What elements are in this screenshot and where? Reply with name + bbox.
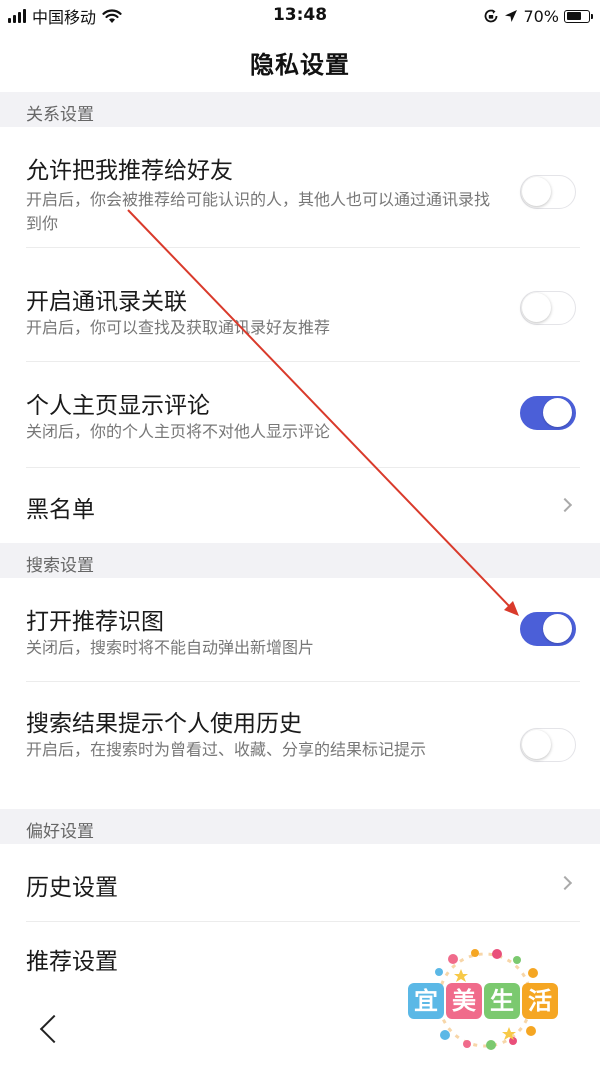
toggle-knob bbox=[522, 730, 551, 759]
row-title: 允许把我推荐给好友 bbox=[26, 158, 233, 184]
row-title: 搜索结果提示个人使用历史 bbox=[26, 711, 302, 737]
row-description: 开启后，你会被推荐给可能认识的人，其他人也可以通过通讯录找到你 bbox=[26, 190, 491, 233]
nav-bar: 隐私设置 bbox=[0, 32, 600, 92]
toggle-knob bbox=[522, 293, 551, 322]
row-title: 开启通讯录关联 bbox=[26, 289, 187, 315]
watermark-logo: 宜 美 生 活 bbox=[405, 945, 565, 1055]
row-title: 黑名单 bbox=[26, 497, 95, 523]
chevron-right-icon bbox=[557, 497, 573, 513]
row-description: 关闭后，搜索时将不能自动弹出新增图片 bbox=[26, 638, 315, 657]
setting-row-recommend-image: 打开推荐识图 关闭后，搜索时将不能自动弹出新增图片 bbox=[0, 578, 600, 682]
row-description: 开启后，你可以查找及获取通讯录好友推荐 bbox=[26, 318, 331, 337]
battery-percent: 70% bbox=[523, 6, 559, 26]
row-description: 关闭后，你的个人主页将不对他人显示评论 bbox=[26, 422, 331, 441]
setting-row-search-history: 搜索结果提示个人使用历史 开启后，在搜索时为曾看过、收藏、分享的结果标记提示 bbox=[0, 682, 600, 809]
back-arrow-icon[interactable] bbox=[39, 1014, 69, 1044]
setting-row-recommend-friend: 允许把我推荐给好友 开启后，你会被推荐给可能认识的人，其他人也可以通过通讯录找到… bbox=[0, 127, 600, 248]
setting-row-profile-comments: 个人主页显示评论 关闭后，你的个人主页将不对他人显示评论 bbox=[0, 362, 600, 468]
battery-icon bbox=[564, 9, 593, 23]
row-description: 开启后，在搜索时为曾看过、收藏、分享的结果标记提示 bbox=[26, 740, 427, 759]
section-label: 搜索设置 bbox=[26, 556, 94, 576]
section-header-search: 搜索设置 bbox=[0, 543, 600, 578]
setting-row-history-settings[interactable]: 历史设置 bbox=[0, 844, 600, 922]
toggle-knob bbox=[543, 614, 572, 643]
setting-row-contacts-link: 开启通讯录关联 开启后，你可以查找及获取通讯录好友推荐 bbox=[0, 248, 600, 362]
toggle-knob bbox=[543, 398, 572, 427]
chevron-right-icon bbox=[557, 875, 573, 891]
watermark-char: 宜 bbox=[408, 983, 444, 1019]
status-bar: 中国移动 13:48 70% bbox=[0, 0, 600, 32]
toggle-switch-contacts-link[interactable] bbox=[520, 291, 576, 325]
toggle-switch-profile-comments[interactable] bbox=[520, 396, 576, 430]
page-title: 隐私设置 bbox=[250, 50, 350, 79]
rotation-lock-icon bbox=[485, 9, 498, 23]
toggle-knob bbox=[522, 177, 551, 206]
row-title: 历史设置 bbox=[26, 875, 118, 901]
row-title: 个人主页显示评论 bbox=[26, 393, 210, 419]
status-right: 70% bbox=[483, 5, 593, 27]
section-header-relation: 关系设置 bbox=[0, 92, 600, 127]
toggle-switch-recommend-friend[interactable] bbox=[520, 175, 576, 209]
watermark-char: 生 bbox=[484, 983, 520, 1019]
section-label: 关系设置 bbox=[26, 105, 94, 125]
section-header-preference: 偏好设置 bbox=[0, 809, 600, 844]
row-title: 推荐设置 bbox=[26, 949, 118, 975]
toggle-switch-search-history[interactable] bbox=[520, 728, 576, 762]
setting-row-blacklist[interactable]: 黑名单 bbox=[0, 468, 600, 543]
watermark-char: 美 bbox=[446, 983, 482, 1019]
toggle-switch-recommend-image[interactable] bbox=[520, 612, 576, 646]
watermark-char: 活 bbox=[522, 983, 558, 1019]
watermark-text: 宜 美 生 活 bbox=[408, 983, 558, 1019]
section-label: 偏好设置 bbox=[26, 822, 94, 842]
row-title: 打开推荐识图 bbox=[26, 609, 164, 635]
location-icon bbox=[505, 10, 518, 22]
